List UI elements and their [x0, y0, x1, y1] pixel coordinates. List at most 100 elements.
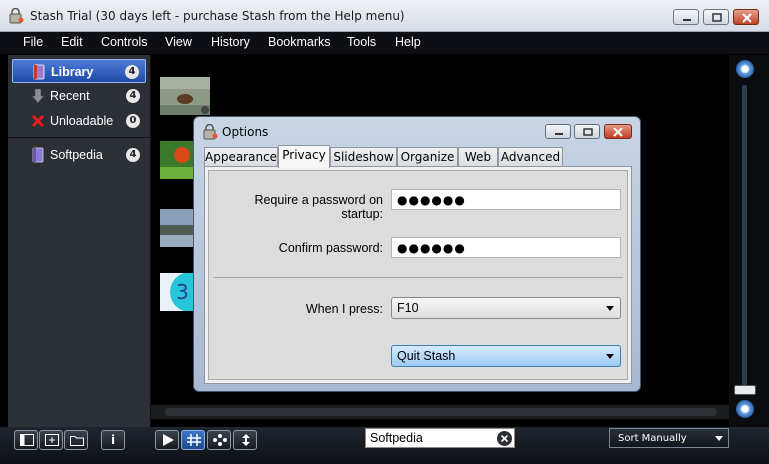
- dialog-maximize-button[interactable]: [574, 124, 600, 139]
- add-collection-icon: [45, 434, 59, 446]
- sidebar-layout-icon: [20, 434, 34, 446]
- zoom-in-icon[interactable]: [736, 60, 754, 78]
- horizontal-scrollbar[interactable]: [151, 405, 729, 419]
- count-badge: 4: [126, 89, 140, 103]
- sidebar-item-label: Recent: [50, 89, 90, 103]
- hotkey-action-dropdown[interactable]: Quit Stash: [391, 345, 621, 367]
- menu-help[interactable]: Help: [395, 35, 421, 49]
- hotkey-dropdown[interactable]: F10: [391, 297, 621, 319]
- menu-history[interactable]: History: [211, 35, 250, 49]
- play-button[interactable]: [155, 430, 179, 450]
- info-icon: i: [111, 433, 116, 447]
- zoom-slider-handle[interactable]: [734, 385, 756, 395]
- hotkey-value: F10: [397, 301, 419, 315]
- menu-edit[interactable]: Edit: [61, 35, 83, 49]
- up-down-arrows-icon: [242, 434, 250, 446]
- sort-dropdown-value: Sort Manually: [618, 433, 687, 444]
- count-badge: 4: [125, 65, 139, 79]
- password-label: Require a password on startup:: [254, 193, 383, 221]
- sidebar-item-label: Softpedia: [50, 148, 103, 162]
- thumbnail-image[interactable]: [160, 77, 210, 115]
- collection-book-icon: [32, 147, 44, 163]
- password-value: ●●●●●●: [397, 193, 466, 207]
- tab-slideshow[interactable]: Slideshow: [330, 147, 397, 167]
- grid-view-button[interactable]: [181, 430, 205, 450]
- window-title: Stash Trial (30 days left - purchase Sta…: [30, 9, 405, 23]
- menu-controls[interactable]: Controls: [101, 35, 148, 49]
- sidebar-item-unloadable[interactable]: Unloadable 0: [12, 109, 146, 133]
- privacy-panel-content: Require a password on startup: ●●●●●● Co…: [208, 170, 628, 380]
- bottom-toolbar: i Softpedia Sort Manually: [0, 427, 769, 464]
- zoom-slider-track[interactable]: [742, 85, 747, 385]
- svg-text:3: 3: [176, 280, 189, 304]
- tab-web[interactable]: Web: [458, 147, 498, 167]
- confirm-password-value: ●●●●●●: [397, 241, 466, 255]
- scrollbar-track[interactable]: [165, 408, 717, 416]
- chevron-down-icon: [715, 436, 723, 441]
- arrange-icon: [213, 434, 227, 446]
- clear-icon: [500, 434, 509, 443]
- confirm-password-field[interactable]: ●●●●●●: [391, 237, 621, 258]
- minimize-icon: [555, 133, 563, 135]
- menu-tools[interactable]: Tools: [347, 35, 376, 49]
- tab-organize[interactable]: Organize: [397, 147, 458, 167]
- tab-appearance[interactable]: Appearance: [204, 147, 278, 167]
- sidebar-item-recent[interactable]: Recent 4: [12, 84, 146, 108]
- menu-file[interactable]: File: [23, 35, 43, 49]
- minimize-button[interactable]: [673, 9, 699, 25]
- zoom-slider-panel: [729, 55, 769, 427]
- close-icon: [742, 13, 752, 23]
- hotkey-action-value: Quit Stash: [397, 349, 456, 363]
- privacy-panel: Require a password on startup: ●●●●●● Co…: [204, 166, 632, 384]
- new-collection-button[interactable]: [39, 430, 63, 450]
- arrange-button[interactable]: [207, 430, 231, 450]
- window-titlebar: Stash Trial (30 days left - purchase Sta…: [0, 0, 769, 32]
- search-input[interactable]: Softpedia: [370, 431, 423, 445]
- maximize-icon: [583, 128, 593, 136]
- sidebar-item-softpedia[interactable]: Softpedia 4: [12, 143, 146, 167]
- stash-app-icon: [203, 124, 218, 140]
- sidebar-item-label: Unloadable: [50, 114, 114, 128]
- password-field[interactable]: ●●●●●●: [391, 189, 621, 210]
- folder-icon: [70, 436, 84, 446]
- count-badge: 4: [126, 148, 140, 162]
- sidebar: Library 4 Recent 4 Unloadable 0 Softpedi…: [8, 55, 151, 427]
- library-book-icon: [33, 64, 45, 80]
- maximize-button[interactable]: [703, 9, 729, 25]
- menu-bar: File Edit Controls View History Bookmark…: [0, 32, 769, 54]
- play-icon: [163, 434, 174, 446]
- red-x-icon: [31, 114, 45, 128]
- sidebar-divider: [8, 137, 151, 138]
- tab-privacy[interactable]: Privacy: [278, 145, 330, 168]
- hotkey-label: When I press:: [305, 302, 383, 316]
- confirm-password-label: Confirm password:: [278, 241, 383, 255]
- maximize-icon: [712, 13, 722, 22]
- clear-search-button[interactable]: [497, 431, 512, 446]
- menu-bookmarks[interactable]: Bookmarks: [268, 35, 331, 49]
- close-button[interactable]: [733, 9, 759, 25]
- dialog-title: Options: [222, 125, 269, 139]
- sort-order-button[interactable]: [233, 430, 257, 450]
- down-arrow-icon: [31, 88, 45, 104]
- tab-advanced[interactable]: Advanced: [498, 147, 563, 167]
- count-badge: 0: [126, 114, 140, 128]
- sort-dropdown[interactable]: Sort Manually: [609, 428, 729, 448]
- grid-icon: [187, 434, 201, 446]
- sidebar-item-library[interactable]: Library 4: [12, 59, 146, 83]
- options-dialog: Options Appearance Privacy Slideshow Org…: [193, 116, 641, 392]
- chevron-down-icon: [606, 306, 614, 311]
- info-button[interactable]: i: [101, 430, 125, 450]
- dialog-close-button[interactable]: [604, 124, 632, 139]
- zoom-out-icon[interactable]: [736, 400, 754, 418]
- menu-view[interactable]: View: [165, 35, 192, 49]
- close-icon: [613, 128, 623, 137]
- chevron-down-icon: [606, 354, 614, 359]
- sidebar-item-label: Library: [51, 65, 94, 79]
- section-divider: [213, 277, 623, 278]
- toggle-sidebar-button[interactable]: [14, 430, 38, 450]
- dialog-minimize-button[interactable]: [545, 124, 571, 139]
- stash-app-icon: [9, 8, 24, 24]
- minimize-icon: [683, 19, 691, 21]
- new-folder-button[interactable]: [64, 430, 88, 450]
- search-field[interactable]: Softpedia: [365, 428, 515, 448]
